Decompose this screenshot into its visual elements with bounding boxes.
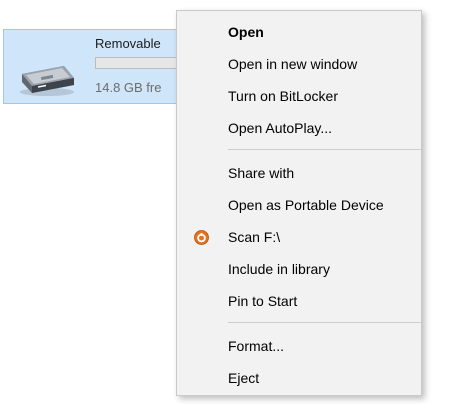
menu-item-label: Format... [228,338,285,354]
menu-item-label: Turn on BitLocker [228,88,338,104]
menu-item-label: Include in library [228,261,330,277]
menu-separator [228,322,421,323]
drive-name-label: Removable [95,36,161,51]
menu-item-label: Open as Portable Device [228,197,384,213]
menu-item-include-in-library[interactable]: Include in library [177,254,421,284]
menu-item-turn-on-bitlocker[interactable]: Turn on BitLocker [177,81,421,111]
menu-item-open-autoplay[interactable]: Open AutoPlay... [177,113,421,143]
menu-item-eject[interactable]: Eject [177,363,421,393]
drive-free-space-label: 14.8 GB fre [95,80,162,95]
menu-item-share-with[interactable]: Share with [177,158,421,188]
menu-item-label: Open AutoPlay... [228,120,333,136]
context-menu: Open Open in new window Turn on BitLocke… [176,10,422,396]
menu-item-label: Open [228,24,264,40]
menu-separator [228,149,421,150]
menu-item-open-portable-device[interactable]: Open as Portable Device [177,190,421,220]
explorer-window: Removable 14.8 GB fre Open Open in new w… [0,0,459,404]
menu-item-open[interactable]: Open [177,17,421,47]
menu-item-format[interactable]: Format... [177,331,421,361]
menu-item-label: Scan F:\ [228,229,281,245]
menu-item-label: Open in new window [228,56,358,72]
removable-drive-tile[interactable]: Removable 14.8 GB fre [3,29,195,104]
menu-item-scan-drive[interactable]: Scan F:\ [177,222,421,252]
menu-item-label: Pin to Start [228,293,298,309]
usb-drive-icon [20,66,74,96]
menu-item-label: Eject [228,370,260,386]
antivirus-scan-icon [194,230,209,245]
menu-item-open-new-window[interactable]: Open in new window [177,49,421,79]
menu-item-pin-to-start[interactable]: Pin to Start [177,286,421,316]
menu-item-label: Share with [228,165,295,181]
